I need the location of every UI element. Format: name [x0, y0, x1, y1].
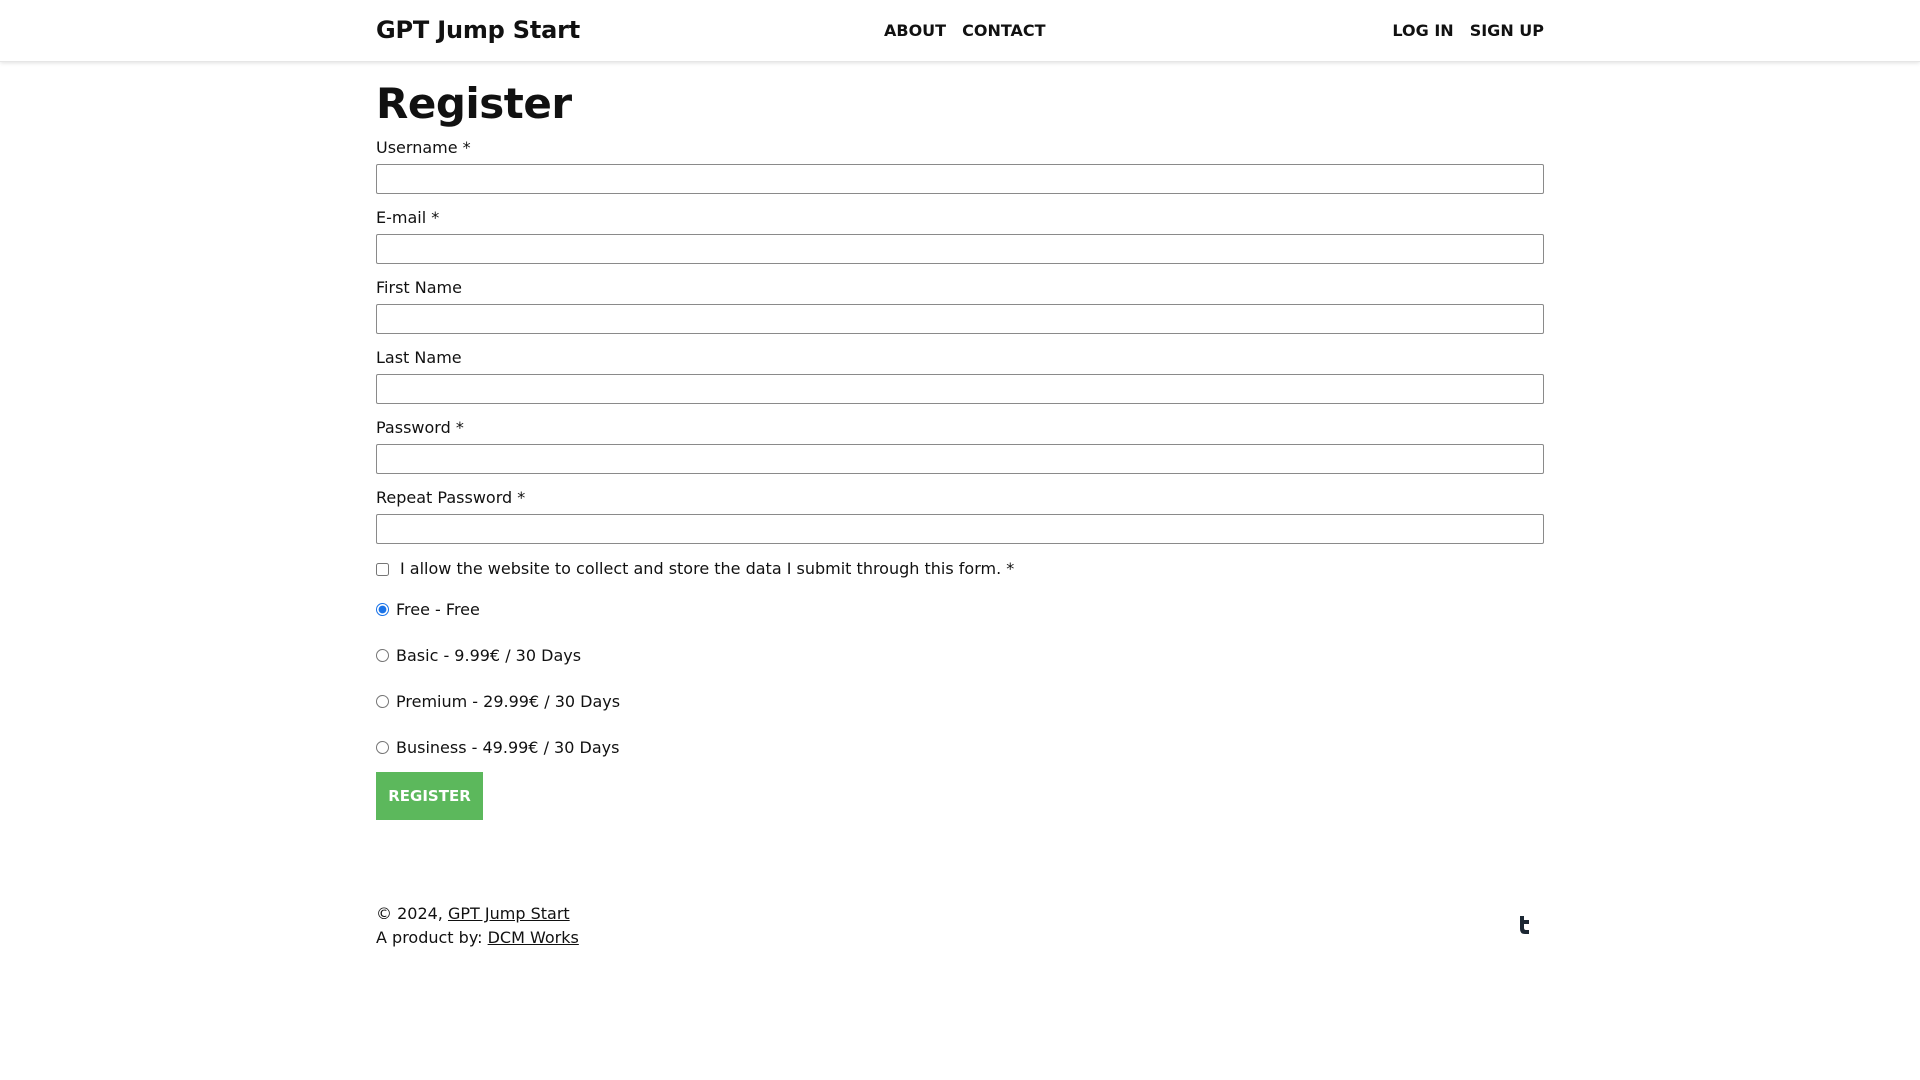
brand-logo[interactable]: GPT Jump Start: [376, 16, 580, 44]
nav-login[interactable]: LOG IN: [1392, 21, 1453, 40]
first-name-input[interactable]: [376, 304, 1544, 334]
last-name-field-group: Last Name: [376, 348, 1544, 404]
register-form: Username * E-mail * First Name Last Name…: [376, 138, 1544, 820]
repeat-password-field-group: Repeat Password *: [376, 488, 1544, 544]
plan-label-free: Free - Free: [396, 599, 480, 619]
product-link[interactable]: DCM Works: [488, 928, 579, 947]
plan-radio-business[interactable]: [376, 740, 389, 754]
password-field-group: Password *: [376, 418, 1544, 474]
copyright-link[interactable]: GPT Jump Start: [448, 904, 570, 923]
repeat-password-label: Repeat Password *: [376, 488, 526, 507]
main-nav: ABOUT CONTACT: [884, 21, 1046, 40]
plan-label-basic: Basic - 9.99€ / 30 Days: [396, 645, 582, 665]
nav-signup[interactable]: SIGN UP: [1470, 21, 1544, 40]
username-label: Username *: [376, 138, 471, 157]
last-name-input[interactable]: [376, 374, 1544, 404]
username-input[interactable]: [376, 164, 1544, 194]
nav-about[interactable]: ABOUT: [884, 21, 946, 40]
plan-option-basic: Basic - 9.99€ / 30 Days: [376, 644, 1544, 666]
plan-radio-basic[interactable]: [376, 648, 389, 662]
product-text: A product by:: [376, 928, 483, 947]
email-input[interactable]: [376, 234, 1544, 264]
plan-option-free: Free - Free: [376, 598, 1544, 620]
consent-label: I allow the website to collect and store…: [400, 559, 1015, 578]
nav-contact[interactable]: CONTACT: [962, 21, 1045, 40]
password-input[interactable]: [376, 444, 1544, 474]
plan-option-premium: Premium - 29.99€ / 30 Days: [376, 690, 1544, 712]
copyright-text: © 2024,: [376, 904, 443, 923]
last-name-label: Last Name: [376, 348, 462, 367]
site-footer: © 2024, GPT Jump Start A product by: DCM…: [376, 902, 1544, 950]
site-header: GPT Jump Start ABOUT CONTACT LOG IN SIGN…: [0, 0, 1920, 62]
username-field-group: Username *: [376, 138, 1544, 194]
page-title: Register: [376, 79, 572, 128]
plan-options: Free - Free Basic - 9.99€ / 30 Days Prem…: [376, 598, 1544, 758]
email-field-group: E-mail *: [376, 208, 1544, 264]
plan-label-premium: Premium - 29.99€ / 30 Days: [396, 691, 621, 711]
account-nav: LOG IN SIGN UP: [1392, 21, 1544, 40]
plan-radio-free[interactable]: [376, 602, 389, 616]
first-name-field-group: First Name: [376, 278, 1544, 334]
repeat-password-input[interactable]: [376, 514, 1544, 544]
consent-row: I allow the website to collect and store…: [376, 558, 1544, 580]
plan-label-business: Business - 49.99€ / 30 Days: [396, 737, 620, 757]
plan-option-business: Business - 49.99€ / 30 Days: [376, 736, 1544, 758]
password-label: Password *: [376, 418, 464, 437]
register-section: Register Username * E-mail * First Name …: [376, 76, 1544, 820]
copyright-line: © 2024, GPT Jump Start: [376, 902, 1544, 926]
register-button[interactable]: REGISTER: [376, 772, 483, 820]
plan-radio-premium[interactable]: [376, 694, 389, 708]
first-name-label: First Name: [376, 278, 462, 297]
twitter-icon[interactable]: [1514, 914, 1536, 936]
consent-checkbox[interactable]: [376, 562, 389, 576]
email-label: E-mail *: [376, 208, 440, 227]
product-line: A product by: DCM Works: [376, 926, 1544, 950]
